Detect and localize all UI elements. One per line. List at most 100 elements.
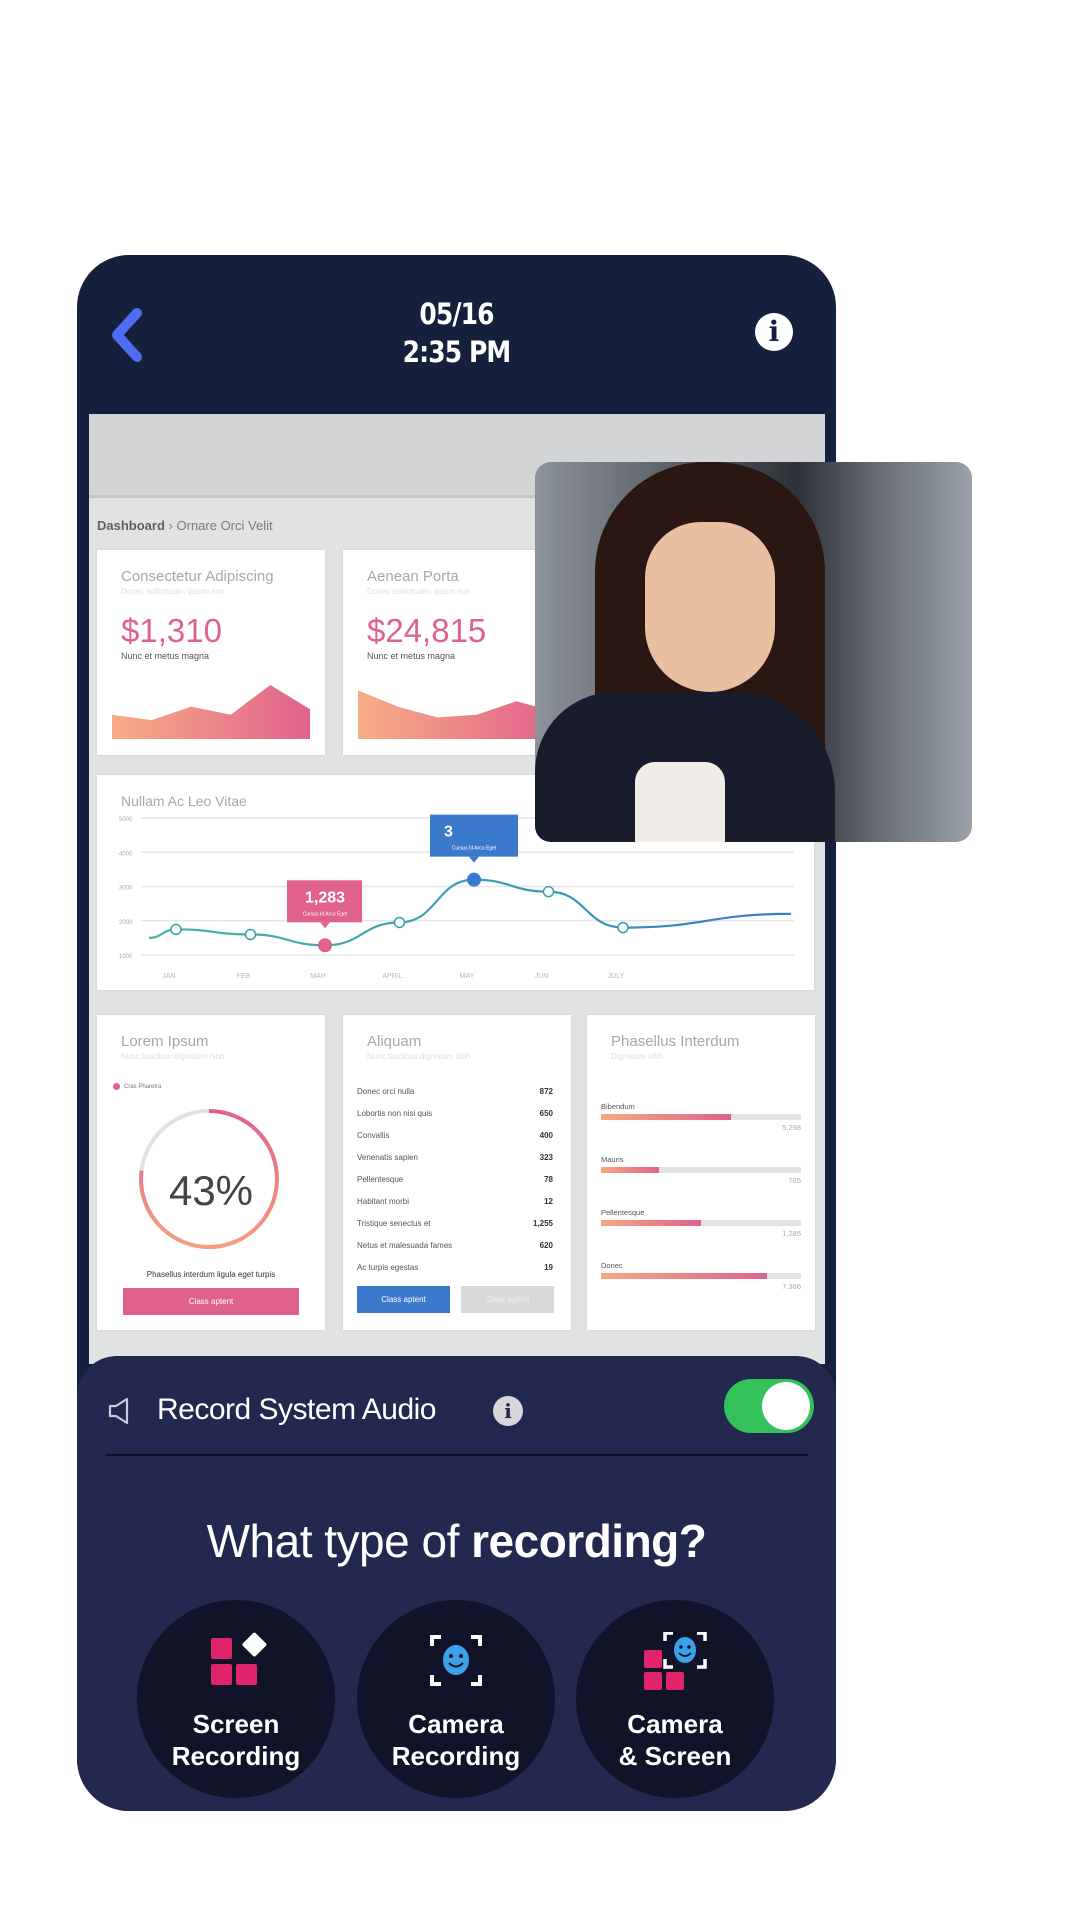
card-title: Phasellus Interdum: [611, 1033, 740, 1050]
data-point: [170, 923, 182, 936]
list-item-value: 650: [539, 1109, 553, 1118]
progress-value: 7,366: [782, 1282, 801, 1291]
x-tick-label: APRIL: [382, 973, 402, 980]
camera-and-screen-button[interactable]: Camera & Screen: [576, 1600, 774, 1798]
highlighted-point: [318, 938, 332, 953]
info-icon[interactable]: i: [755, 313, 793, 351]
list-item-value: 12: [544, 1197, 553, 1206]
list-item-label: Donec orci nulla: [357, 1087, 415, 1096]
legend-label: Cras Pharetra: [124, 1084, 162, 1091]
kpi-area-chart: [112, 685, 310, 739]
donut-card-button[interactable]: Class aptent: [123, 1288, 299, 1315]
progress-fill: [601, 1273, 767, 1279]
toggle-knob: [762, 1382, 810, 1430]
list-item-label: Convallis: [357, 1131, 390, 1140]
breadcrumb: Dashboard › Ornare Orci Velit: [97, 518, 273, 533]
header: 05/16 2:35 PM i: [77, 255, 836, 414]
x-tick-label: JULY: [608, 973, 625, 980]
photo-face: [645, 522, 775, 692]
breadcrumb-root: Dashboard: [97, 518, 165, 533]
card-subtitle: Donec sollicitudin, ipsum non: [121, 587, 225, 596]
list-item: Ac turpis egestas 19: [357, 1257, 553, 1279]
data-point: [244, 928, 257, 941]
list-item-value: 323: [539, 1153, 553, 1162]
recording-options-panel: Record System Audio i What type of recor…: [77, 1356, 836, 1811]
camera-recording-button[interactable]: Camera Recording: [357, 1600, 555, 1798]
highlighted-point: [467, 872, 481, 887]
list-card: Aliquam Nunc faucibus dignissim nibh Don…: [343, 1015, 571, 1330]
card-title: Consectetur Adipiscing: [121, 568, 274, 585]
data-point: [617, 921, 629, 934]
progress-track: [601, 1220, 801, 1226]
y-tick-label: 4000: [119, 851, 133, 857]
breadcrumb-separator: ›: [168, 518, 173, 533]
list-item-value: 19: [544, 1263, 553, 1272]
donut-card: Lorem Ipsum Nunc faucibus dignissim nibh…: [97, 1015, 325, 1330]
recording-type-question: What type of recording?: [77, 1514, 836, 1568]
audio-info-icon[interactable]: i: [493, 1396, 523, 1426]
recording-datetime: 05/16 2:35 PM: [130, 295, 783, 371]
list-item-value: 872: [539, 1087, 553, 1096]
card-title: Aenean Porta: [367, 568, 459, 585]
list-item-value: 1,255: [532, 1219, 553, 1228]
divider: [105, 1454, 808, 1456]
progress-label: Mauris: [601, 1155, 624, 1164]
list-item-label: Venenatis sapien: [357, 1153, 418, 1162]
kpi-area-shape: [358, 690, 556, 739]
option-line1: Camera: [408, 1709, 504, 1739]
list-item: Habitant morbi 12: [357, 1191, 553, 1213]
photo-shirt: [635, 762, 725, 842]
list-item: Netus et malesuada fames 620: [357, 1235, 553, 1257]
kpi-card-1: Consectetur Adipiscing Donec sollicitudi…: [97, 550, 325, 755]
tooltip-caption: Cursus Id Arcu Eget: [303, 911, 348, 917]
system-audio-toggle[interactable]: [724, 1379, 814, 1433]
progress-fill: [601, 1114, 731, 1120]
progress-label: Pellentesque: [601, 1208, 645, 1217]
progress-value: 765: [788, 1176, 801, 1185]
tooltip-pointer: [469, 856, 479, 863]
card-subtitle: Nunc faucibus dignissim nibh: [121, 1052, 225, 1061]
list-secondary-button[interactable]: Class aptent: [461, 1286, 554, 1313]
progress-value: 1,285: [782, 1229, 801, 1238]
camera-overlay-photo[interactable]: [535, 462, 972, 842]
x-tick-label: JUN: [535, 973, 549, 980]
list-item-value: 78: [544, 1175, 553, 1184]
question-bold: recording?: [471, 1515, 707, 1567]
screen-recording-button[interactable]: Screen Recording: [137, 1600, 335, 1798]
card-subtitle: Dignissim nibh: [611, 1052, 664, 1061]
option-label: Camera & Screen: [576, 1708, 774, 1772]
tooltip-pointer: [320, 922, 330, 929]
option-line1: Screen: [192, 1709, 280, 1739]
screen-grid-icon: [211, 1632, 267, 1685]
tooltip-caption: Cursus Id Arcu Eget: [452, 846, 497, 852]
list-item-label: Lobortis non nisi quis: [357, 1109, 433, 1118]
face-camera-icon: [430, 1635, 482, 1686]
y-tick-label: 2000: [119, 920, 133, 926]
card-subtitle: Donec sollicitudin, ipsum non: [367, 587, 471, 596]
tooltip-value: 1,283: [305, 889, 345, 906]
data-point: [393, 916, 406, 929]
list-item-value: 400: [539, 1131, 553, 1140]
card-title: Lorem Ipsum: [121, 1033, 209, 1050]
record-system-audio-label: Record System Audio: [157, 1393, 436, 1426]
option-line2: Recording: [391, 1741, 521, 1771]
data-point: [542, 885, 555, 898]
kpi-caption: Nunc et metus magna: [121, 651, 210, 661]
x-tick-label: FEB: [237, 973, 251, 980]
list-item: Pellentesque 78: [357, 1169, 553, 1191]
x-tick-label: JAN: [162, 973, 175, 980]
speaker-icon: [108, 1397, 129, 1425]
list-primary-button[interactable]: Class aptent: [357, 1286, 450, 1313]
option-line2: Recording: [171, 1741, 301, 1771]
list-item: Tristique senectus et 1,255: [357, 1213, 553, 1235]
list-item-label: Tristique senectus et: [357, 1219, 431, 1228]
kpi-value: $1,310: [121, 612, 222, 649]
list-item: Lobortis non nisi quis 650: [357, 1103, 553, 1125]
x-tick-label: MAR: [310, 973, 326, 980]
y-tick-label: 1000: [119, 954, 133, 960]
card-subtitle: Nunc faucibus dignissim nibh: [367, 1052, 471, 1061]
progress-label: Bibendum: [601, 1102, 635, 1111]
kpi-caption: Nunc et metus magna: [367, 651, 456, 661]
list-item-value: 620: [539, 1241, 553, 1250]
progress-value: 5,298: [782, 1123, 801, 1132]
